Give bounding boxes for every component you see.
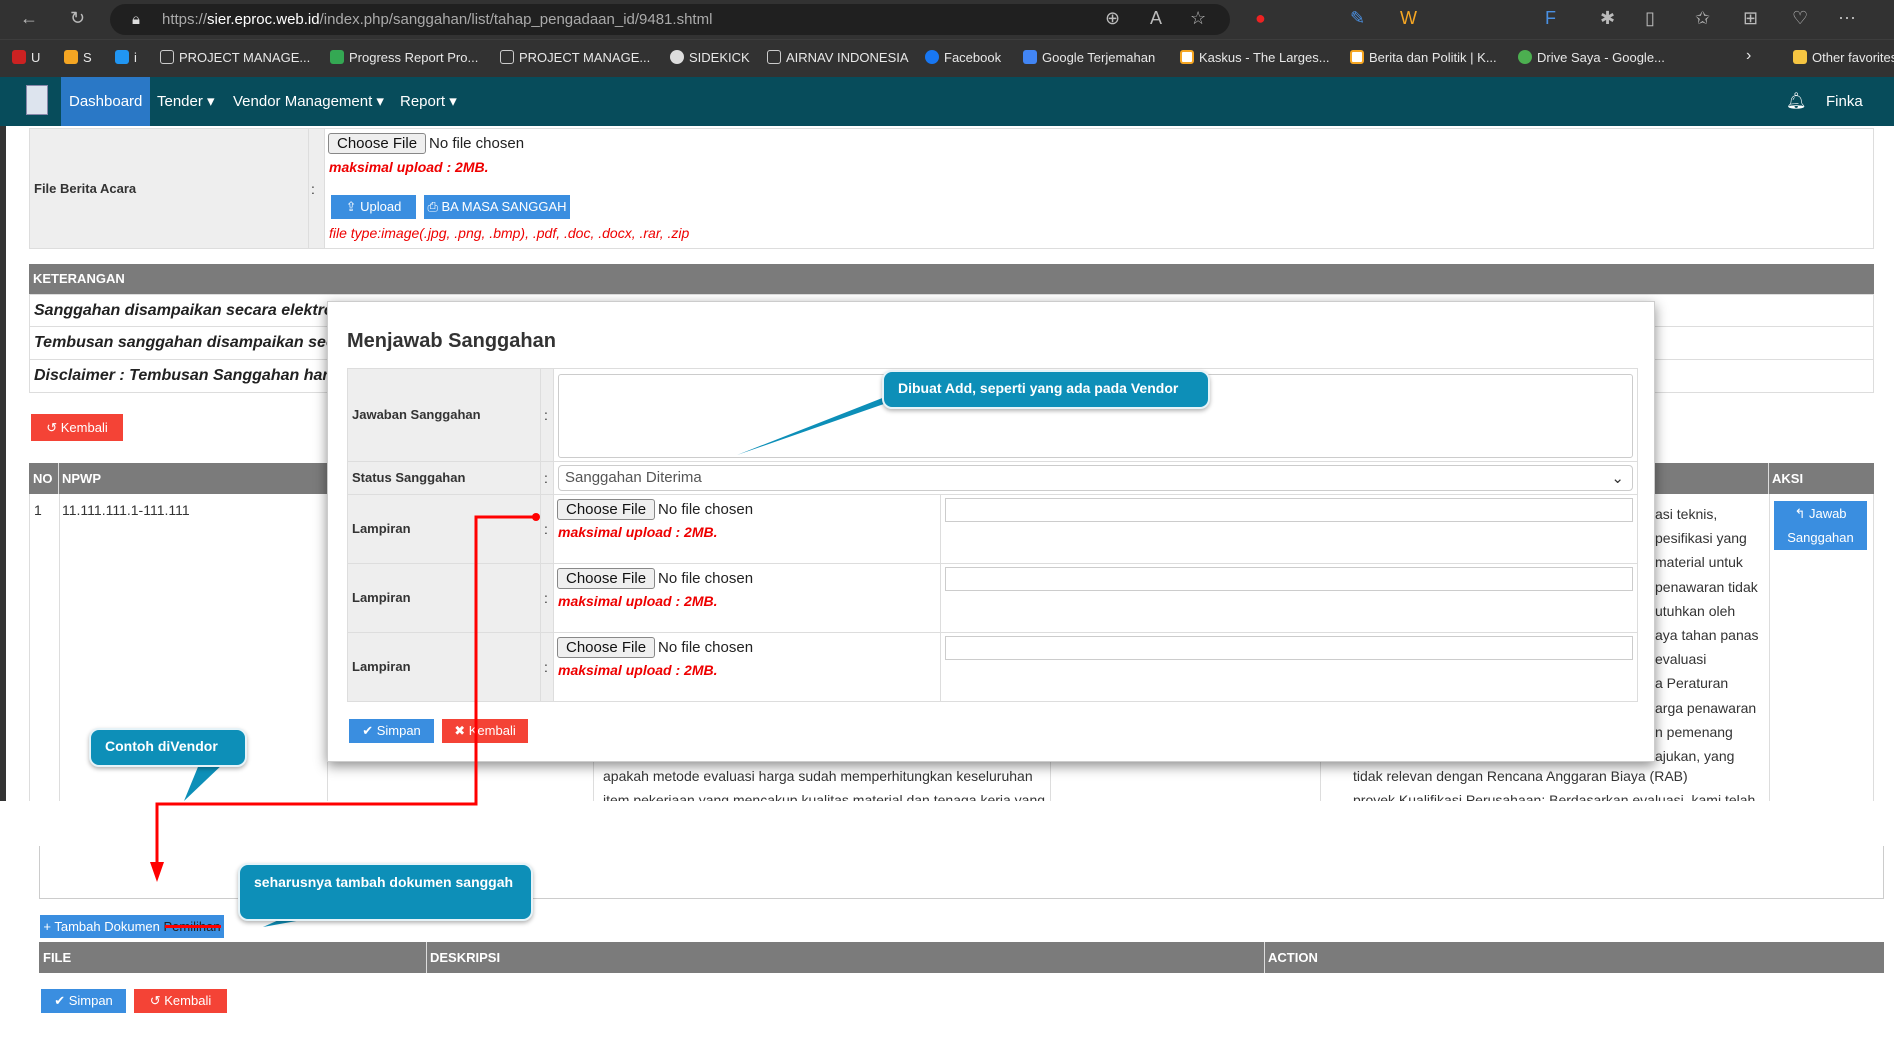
red-arrow-dot	[532, 513, 540, 521]
callout-vendor-note: Contoh diVendor	[89, 728, 247, 767]
callout-pointer	[184, 762, 225, 801]
red-arrow-line	[155, 515, 536, 872]
callout-tambah-note: seharusnya tambah dokumen sanggah	[238, 863, 533, 921]
red-arrow-head	[150, 862, 164, 882]
callout-add-note: Dibuat Add, seperti yang ada pada Vendor	[882, 370, 1210, 409]
